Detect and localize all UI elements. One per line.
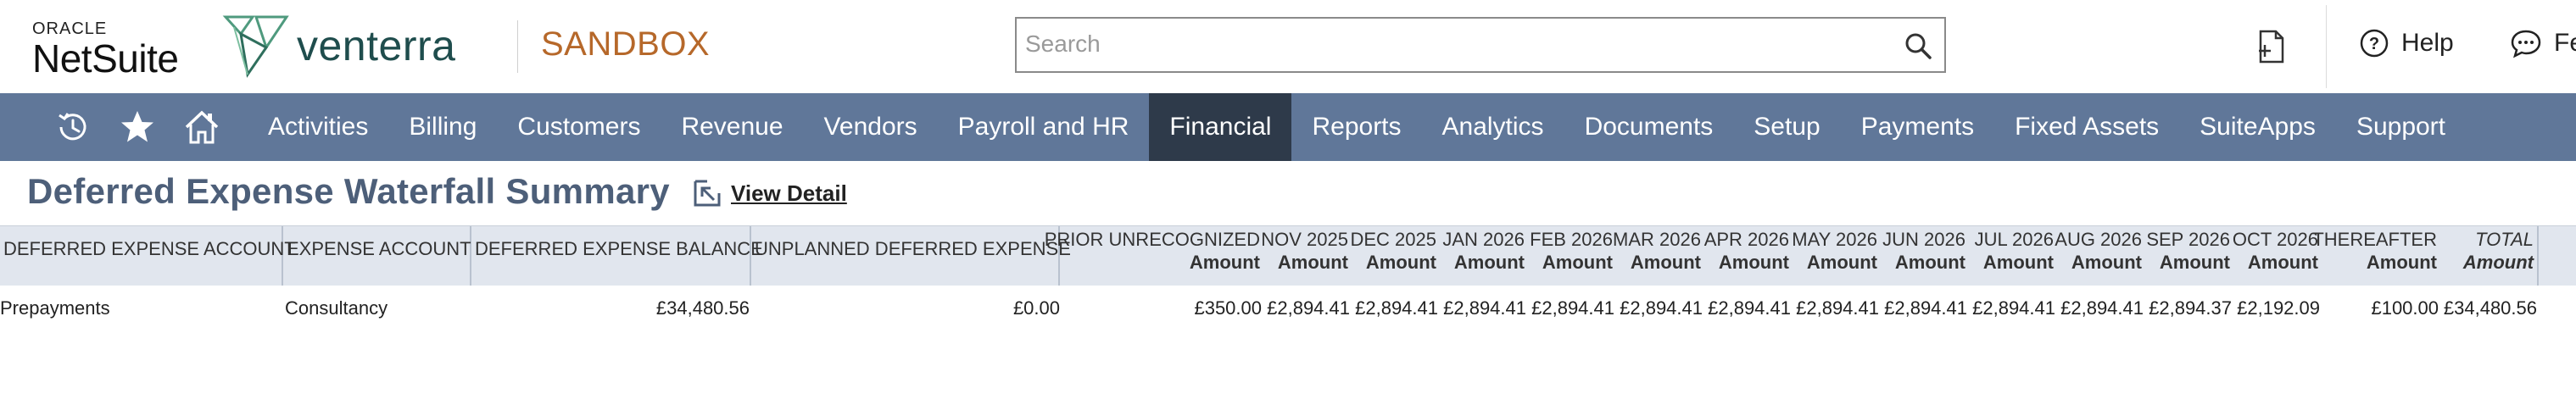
cell-prior-unrecognized: £350.00 [1194,297,1262,319]
cell-mar-2026: £2,894.41 [1620,297,1703,319]
global-header: ORACLE NetSuite venterra SANDBOX ? Help [0,0,2576,93]
nav-item-reports[interactable]: Reports [1291,93,1421,161]
nav-item-customers[interactable]: Customers [497,93,661,161]
col-header-total[interactable]: TOTAL Amount [2440,226,2539,286]
cell-nov-2025: £2,894.41 [1267,297,1350,319]
col-header-deferred-expense-account[interactable]: DEFERRED EXPENSE ACCOUNT [0,226,296,286]
col-header-nov-2025[interactable]: NOV 2025 Amount [1261,226,1352,286]
nav-item-fixed-assets[interactable]: Fixed Assets [1994,93,2179,161]
col-header-oct-2026[interactable]: OCT 2026 Amount [2233,226,2322,286]
cell-thereafter: £100.00 [2371,297,2439,319]
help-icon: ? [2360,29,2389,58]
cell-jan-2026: £2,894.41 [1443,297,1526,319]
cell-deferred-expense-account: Prepayments [0,297,110,319]
recent-history-icon[interactable] [41,93,105,161]
cell-apr-2026: £2,894.41 [1708,297,1791,319]
nav-item-support[interactable]: Support [2336,93,2466,161]
waterfall-table: DEFERRED EXPENSE ACCOUNT EXPENSE ACCOUNT… [0,225,2576,328]
company-logo[interactable]: venterra [222,14,455,78]
view-detail-label[interactable]: View Detail [731,180,847,207]
netsuite-logo-text: NetSuite [32,36,179,80]
nav-item-revenue[interactable]: Revenue [661,93,803,161]
help-link[interactable]: ? Help [2359,28,2454,58]
oracle-logo-text: ORACLE [32,19,108,38]
col-header-apr-2026[interactable]: APR 2026 Amount [1704,226,1793,286]
company-name: venterra [297,22,456,69]
search-icon[interactable] [1904,31,1932,60]
col-header-aug-2026[interactable]: AUG 2026 Amount [2055,226,2145,286]
header-divider [2326,5,2327,88]
nav-item-analytics[interactable]: Analytics [1422,93,1564,161]
table-row: Prepayments Consultancy £34,480.56 £0.00… [0,286,2576,328]
feedback-link[interactable]: Fe [2510,28,2576,58]
drilldown-icon [694,180,721,207]
col-header-thereafter[interactable]: THEREAFTER Amount [2312,226,2440,286]
cell-expense-account: Consultancy [285,297,388,319]
nav-item-financial[interactable]: Financial [1149,93,1292,161]
cell-jul-2026: £2,894.41 [1972,297,2055,319]
table-header: DEFERRED EXPENSE ACCOUNT EXPENSE ACCOUNT… [0,225,2576,286]
logo-divider [517,20,518,73]
col-header-unplanned-deferred-expense[interactable]: UNPLANNED DEFERRED EXPENSE [751,226,1071,286]
nav-item-payroll-and-hr[interactable]: Payroll and HR [938,93,1150,161]
cell-total: £34,480.56 [2443,297,2537,319]
star-icon[interactable] [105,93,170,161]
col-header-may-2026[interactable]: MAY 2026 Amount [1792,226,1881,286]
nav-item-setup[interactable]: Setup [1733,93,1840,161]
nav-item-payments[interactable]: Payments [1841,93,1994,161]
main-nav: Activities Billing Customers Revenue Ven… [0,93,2576,161]
page-title: Deferred Expense Waterfall Summary [27,171,670,211]
col-header-dec-2025[interactable]: DEC 2025 Amount [1350,226,1440,286]
environment-badge: SANDBOX [541,25,711,63]
nav-item-vendors[interactable]: Vendors [804,93,938,161]
col-header-expense-account[interactable]: EXPENSE ACCOUNT [283,226,471,286]
oracle-netsuite-logo[interactable]: ORACLE NetSuite [32,19,179,80]
col-header-feb-2026[interactable]: FEB 2026 Amount [1528,226,1616,286]
create-new-icon[interactable] [2255,29,2288,64]
col-header-jun-2026[interactable]: JUN 2026 Amount [1881,226,1969,286]
col-header-sep-2026[interactable]: SEP 2026 Amount [2145,226,2233,286]
nav-item-documents[interactable]: Documents [1564,93,1734,161]
home-icon[interactable] [170,93,234,161]
global-search [1015,17,1946,73]
help-label: Help [2401,29,2454,57]
nav-item-suiteapps[interactable]: SuiteApps [2179,93,2336,161]
col-header-deferred-expense-balance[interactable]: DEFERRED EXPENSE BALANCE [471,226,763,286]
cell-feb-2026: £2,894.41 [1531,297,1614,319]
feedback-icon [2511,30,2541,58]
col-header-jan-2026[interactable]: JAN 2026 Amount [1440,226,1528,286]
feedback-label: Fe [2554,29,2576,57]
nav-item-activities[interactable]: Activities [248,93,388,161]
venterra-leaf-icon [222,15,289,78]
cell-aug-2026: £2,894.41 [2060,297,2144,319]
cell-deferred-expense-balance: £34,480.56 [655,297,750,319]
cell-unplanned-deferred-expense: £0.00 [1012,297,1060,319]
col-header-jul-2026[interactable]: JUL 2026 Amount [1969,226,2057,286]
col-header-prior-unrecognized[interactable]: PRIOR UNRECOGNIZED Amount [1045,226,1263,286]
col-header-mar-2026[interactable]: MAR 2026 Amount [1613,226,1704,286]
nav-item-billing[interactable]: Billing [388,93,497,161]
cell-jun-2026: £2,894.41 [1884,297,1967,319]
svg-text:?: ? [2369,35,2379,53]
cell-sep-2026: £2,894.37 [2149,297,2232,319]
cell-dec-2025: £2,894.41 [1355,297,1438,319]
view-detail-link[interactable]: View Detail [692,178,847,208]
cell-may-2026: £2,894.41 [1796,297,1879,319]
search-input[interactable] [1017,19,1882,69]
cell-oct-2026: £2,192.09 [2237,297,2320,319]
